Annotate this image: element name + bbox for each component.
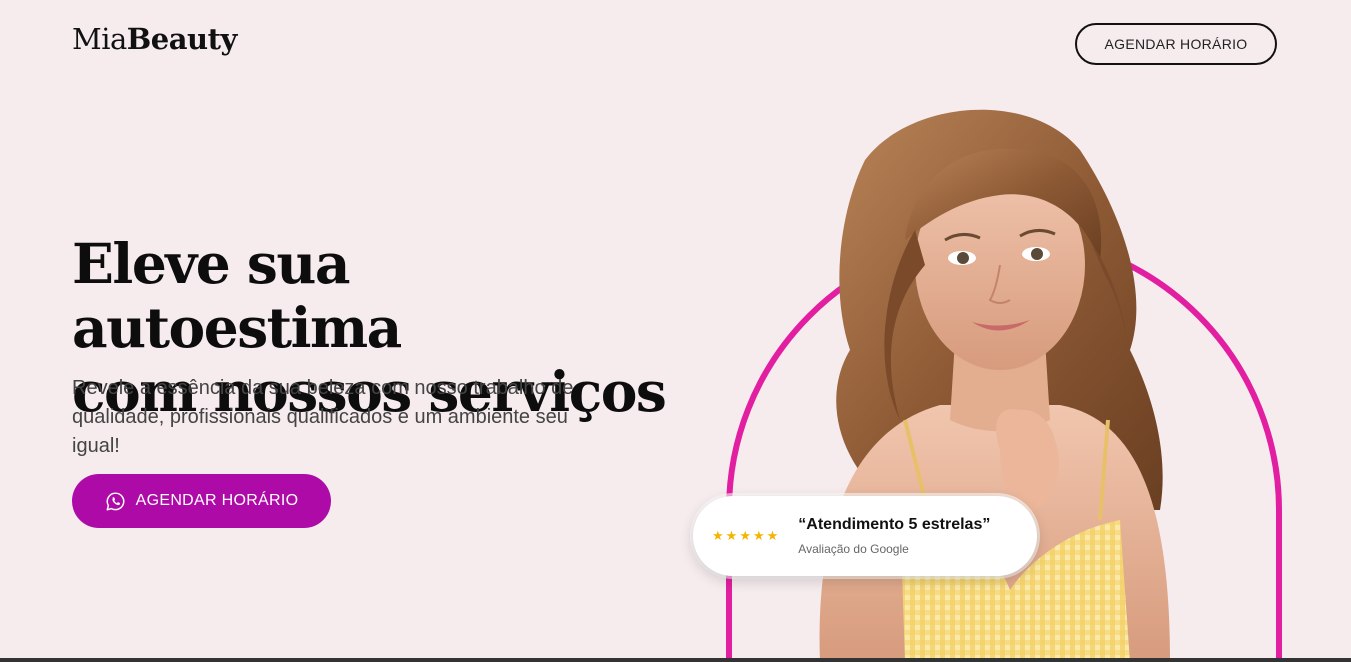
- hero-title-line-1: Eleve sua autoestima: [72, 231, 402, 360]
- review-text: “Atendimento 5 estrelas” Avaliação do Go…: [798, 516, 990, 556]
- hero-schedule-label: AGENDAR HORÁRIO: [135, 492, 299, 509]
- star-icon: ★: [725, 528, 738, 543]
- site-header: MiaBeauty AGENDAR HORÁRIO: [0, 0, 1351, 86]
- star-icon: ★: [712, 528, 724, 543]
- star-icon: ★: [739, 528, 751, 543]
- hero-schedule-button[interactable]: AGENDAR HORÁRIO: [72, 474, 331, 528]
- header-schedule-button[interactable]: AGENDAR HORÁRIO: [1075, 23, 1277, 65]
- logo-light-text: Mia: [72, 22, 127, 56]
- logo-bold-text: Beauty: [126, 22, 238, 56]
- section-divider: [0, 658, 1351, 662]
- whatsapp-icon: [106, 491, 125, 510]
- review-card: ★ ★ ★ ★ ★ “Atendimento 5 estrelas” Avali…: [693, 496, 1037, 576]
- star-icon: ★: [766, 528, 779, 543]
- star-icon: ★: [752, 528, 765, 543]
- review-source: Avaliação do Google: [798, 542, 909, 556]
- brand-logo[interactable]: MiaBeauty: [72, 22, 237, 56]
- model-photo: [726, 109, 1282, 662]
- hero-image-area: [700, 90, 1351, 662]
- review-quote: “Atendimento 5 estrelas”: [798, 516, 991, 533]
- star-rating: ★ ★ ★ ★ ★: [712, 528, 778, 544]
- hero-subtitle: Revele a essência da sua beleza com noss…: [72, 377, 574, 457]
